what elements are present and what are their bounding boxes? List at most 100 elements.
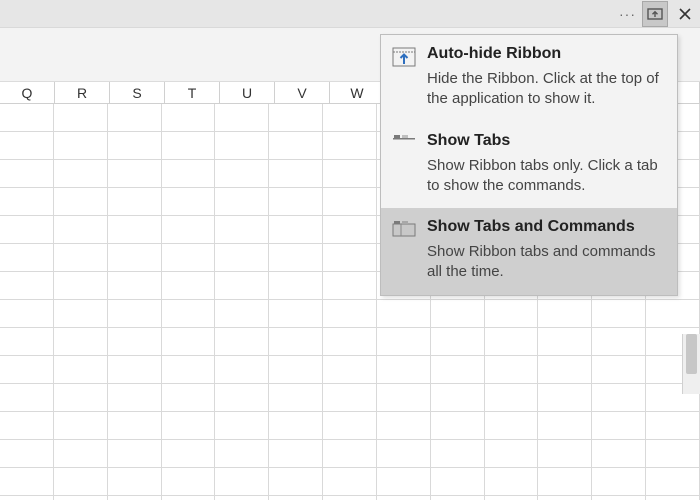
cell[interactable] xyxy=(592,412,646,439)
cell[interactable] xyxy=(269,188,323,215)
cell[interactable] xyxy=(162,440,216,467)
cell[interactable] xyxy=(269,300,323,327)
cell[interactable] xyxy=(215,356,269,383)
cell[interactable] xyxy=(269,104,323,131)
cell[interactable] xyxy=(215,104,269,131)
cell[interactable] xyxy=(0,440,54,467)
cell[interactable] xyxy=(592,384,646,411)
cell[interactable] xyxy=(108,132,162,159)
cell[interactable] xyxy=(162,496,216,500)
cell[interactable] xyxy=(269,356,323,383)
cell[interactable] xyxy=(646,300,700,327)
cell[interactable] xyxy=(0,384,54,411)
cell[interactable] xyxy=(215,244,269,271)
cell[interactable] xyxy=(108,160,162,187)
cell[interactable] xyxy=(538,300,592,327)
cell[interactable] xyxy=(377,468,431,495)
cell[interactable] xyxy=(0,244,54,271)
cell[interactable] xyxy=(54,468,108,495)
cell[interactable] xyxy=(269,328,323,355)
cell[interactable] xyxy=(269,160,323,187)
cell[interactable] xyxy=(215,300,269,327)
cell[interactable] xyxy=(54,356,108,383)
cell[interactable] xyxy=(0,300,54,327)
cell[interactable] xyxy=(162,104,216,131)
ribbon-display-options-button[interactable] xyxy=(642,1,668,27)
cell[interactable] xyxy=(215,160,269,187)
cell[interactable] xyxy=(269,272,323,299)
column-header[interactable]: V xyxy=(275,82,330,103)
cell[interactable] xyxy=(54,496,108,500)
cell[interactable] xyxy=(215,496,269,500)
cell[interactable] xyxy=(0,132,54,159)
cell[interactable] xyxy=(323,496,377,500)
cell[interactable] xyxy=(215,468,269,495)
cell[interactable] xyxy=(54,272,108,299)
cell[interactable] xyxy=(162,216,216,243)
cell[interactable] xyxy=(538,468,592,495)
cell[interactable] xyxy=(162,132,216,159)
column-header[interactable]: Q xyxy=(0,82,55,103)
cell[interactable] xyxy=(377,300,431,327)
column-header[interactable]: S xyxy=(110,82,165,103)
cell[interactable] xyxy=(431,412,485,439)
cell[interactable] xyxy=(485,328,539,355)
cell[interactable] xyxy=(377,496,431,500)
cell[interactable] xyxy=(323,188,377,215)
cell[interactable] xyxy=(108,412,162,439)
cell[interactable] xyxy=(377,384,431,411)
cell[interactable] xyxy=(0,412,54,439)
cell[interactable] xyxy=(54,132,108,159)
cell[interactable] xyxy=(538,328,592,355)
cell[interactable] xyxy=(215,188,269,215)
cell[interactable] xyxy=(108,104,162,131)
cell[interactable] xyxy=(108,384,162,411)
cell[interactable] xyxy=(538,440,592,467)
cell[interactable] xyxy=(485,440,539,467)
cell[interactable] xyxy=(0,160,54,187)
cell[interactable] xyxy=(323,272,377,299)
close-button[interactable] xyxy=(670,0,700,28)
cell[interactable] xyxy=(323,132,377,159)
menu-item-auto-hide-ribbon[interactable]: Auto-hide Ribbon Hide the Ribbon. Click … xyxy=(381,35,677,122)
cell[interactable] xyxy=(323,384,377,411)
cell[interactable] xyxy=(54,188,108,215)
column-header[interactable]: W xyxy=(330,82,385,103)
cell[interactable] xyxy=(0,468,54,495)
cell[interactable] xyxy=(323,440,377,467)
cell[interactable] xyxy=(108,272,162,299)
cell[interactable] xyxy=(215,440,269,467)
cell[interactable] xyxy=(108,496,162,500)
cell[interactable] xyxy=(646,496,700,500)
cell[interactable] xyxy=(485,384,539,411)
cell[interactable] xyxy=(0,356,54,383)
cell[interactable] xyxy=(269,384,323,411)
cell[interactable] xyxy=(269,244,323,271)
cell[interactable] xyxy=(485,412,539,439)
cell[interactable] xyxy=(485,468,539,495)
cell[interactable] xyxy=(54,160,108,187)
cell[interactable] xyxy=(538,356,592,383)
menu-item-show-tabs[interactable]: Show Tabs Show Ribbon tabs only. Click a… xyxy=(381,122,677,209)
cell[interactable] xyxy=(0,496,54,500)
cell[interactable] xyxy=(54,300,108,327)
cell[interactable] xyxy=(592,440,646,467)
cell[interactable] xyxy=(215,328,269,355)
cell[interactable] xyxy=(377,356,431,383)
cell[interactable] xyxy=(215,384,269,411)
cell[interactable] xyxy=(162,160,216,187)
cell[interactable] xyxy=(215,132,269,159)
cell[interactable] xyxy=(431,300,485,327)
cell[interactable] xyxy=(646,440,700,467)
cell[interactable] xyxy=(485,300,539,327)
cell[interactable] xyxy=(162,468,216,495)
cell[interactable] xyxy=(162,384,216,411)
cell[interactable] xyxy=(323,104,377,131)
cell[interactable] xyxy=(323,216,377,243)
scrollbar-thumb[interactable] xyxy=(686,334,697,374)
cell[interactable] xyxy=(54,104,108,131)
cell[interactable] xyxy=(485,496,539,500)
cell[interactable] xyxy=(269,132,323,159)
cell[interactable] xyxy=(646,412,700,439)
cell[interactable] xyxy=(269,468,323,495)
